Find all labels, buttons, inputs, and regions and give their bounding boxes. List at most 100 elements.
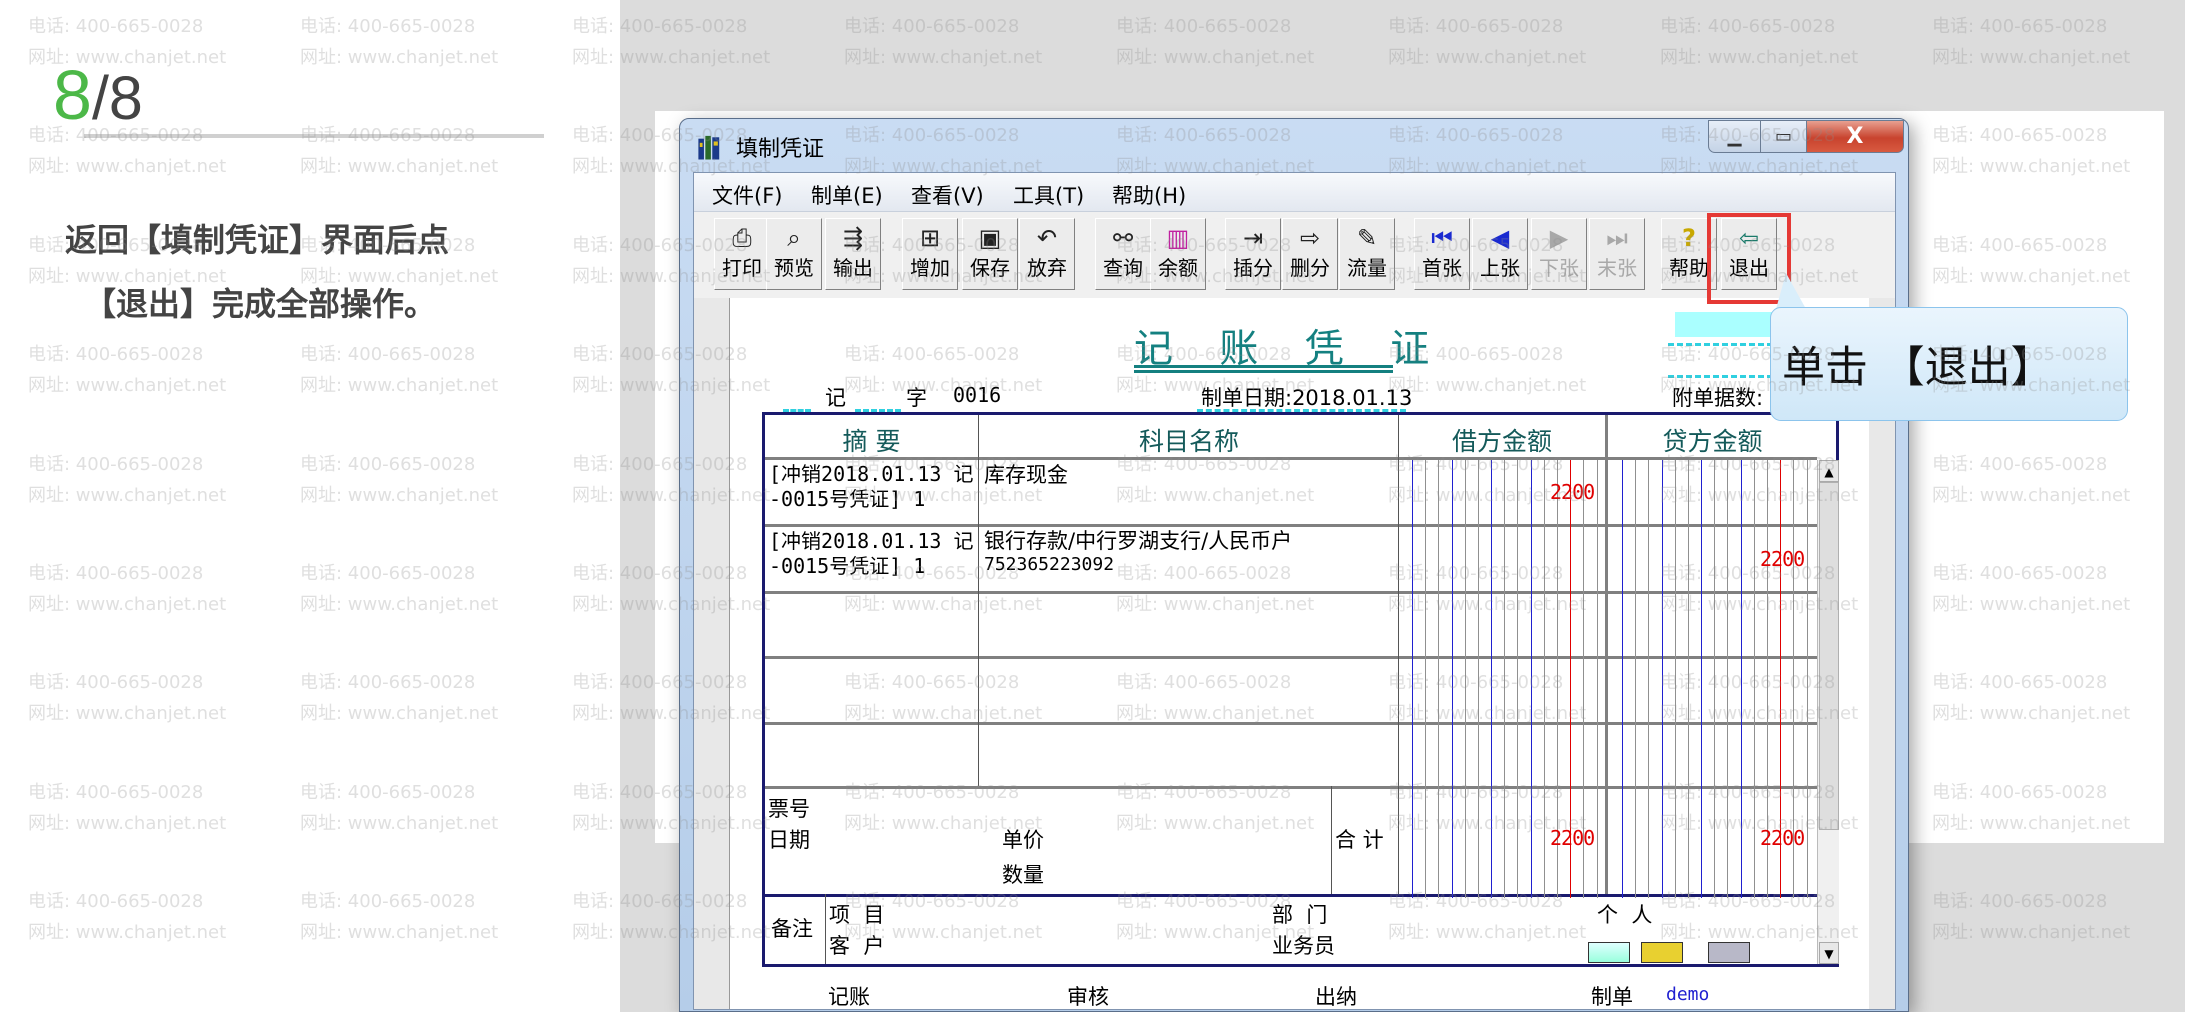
toolbar-bar-chart-button[interactable]: ▥ 余额 <box>1150 218 1206 290</box>
menu-view[interactable]: 查看(V) <box>911 180 984 210</box>
digit-grid-line <box>1517 460 1519 898</box>
document-area: 记 账 凭 证 记 字 0016 制单日期:2018.01.13 附单据数: 摘… <box>694 298 1895 1009</box>
export-icon: ⇶ <box>842 224 864 252</box>
toolbar-printer-button[interactable]: ⎙ 打印 <box>714 218 770 290</box>
header-credit: 贷方金额 <box>1662 427 1763 456</box>
title-underline <box>1134 370 1393 373</box>
list-icon[interactable] <box>1588 942 1630 963</box>
insert-row-icon: ⇥ <box>1242 224 1264 252</box>
binoculars-icon: ⚯ <box>1112 224 1134 252</box>
title-underline <box>1134 365 1393 368</box>
vertical-scrollbar[interactable]: ▲ ▼ <box>1817 460 1839 964</box>
row2-summary-1[interactable]: [冲销2018.01.13 记 <box>769 529 974 554</box>
attachments-label: 附单据数: <box>1672 386 1764 410</box>
tools-icon[interactable] <box>1708 942 1750 963</box>
toolbar-edit-button[interactable]: ✎ 流量 <box>1339 218 1395 290</box>
menu-file[interactable]: 文件(F) <box>712 180 782 210</box>
toolbar-label: 末张 <box>1597 256 1637 280</box>
callout-tooltip: 单击 【退出】 <box>1770 307 2128 421</box>
remark-label: 备注 <box>771 917 813 941</box>
toolbar-previous-button[interactable]: ◀ 上张 <box>1472 218 1528 290</box>
attachment-count-field[interactable] <box>1675 312 1773 337</box>
watermark-text: 电话: 400-665-0028 网址: www.chanjet.net <box>1932 11 2130 73</box>
toolbar-label: 上张 <box>1480 256 1520 280</box>
row1-account[interactable]: 库存现金 <box>984 460 1068 491</box>
row2-credit[interactable]: 2200 <box>1760 547 1805 571</box>
watermark-site: 网址: www.chanjet.net <box>1660 47 1859 68</box>
digit-grid-line <box>1727 460 1729 898</box>
toolbar-preview-button[interactable]: ⌕ 预览 <box>766 218 822 290</box>
toolbar-undo-button[interactable]: ↶ 放弃 <box>1019 218 1075 290</box>
toolbar-label: 首张 <box>1422 256 1462 280</box>
watermark-site: 网址: www.chanjet.net <box>1932 47 2131 68</box>
toolbar-label: 输出 <box>833 256 873 280</box>
voucher-number[interactable]: 0016 <box>953 383 1001 407</box>
row1-debit[interactable]: 2200 <box>1550 480 1595 504</box>
digit-grid-line <box>1674 460 1676 898</box>
printer-icon: ⎙ <box>732 224 752 252</box>
digit-grid-line <box>1543 460 1545 898</box>
digit-grid-line <box>1491 460 1493 898</box>
voucher-type[interactable]: 记 <box>825 382 846 412</box>
bar-chart-icon: ▥ <box>1166 224 1190 252</box>
close-button[interactable]: X <box>1806 120 1904 153</box>
voucher-date[interactable]: 制单日期:2018.01.13 <box>1201 382 1412 412</box>
toolbar-label: 打印 <box>722 256 762 280</box>
row1-summary-1[interactable]: [冲销2018.01.13 记 <box>769 462 974 487</box>
scroll-thumb[interactable] <box>1819 482 1839 830</box>
row1-summary-2[interactable]: -0015号凭证] 1 <box>769 487 925 512</box>
department-label: 部 门 <box>1272 903 1328 927</box>
voucher-zi-label: 字 <box>906 386 927 410</box>
digit-grid-line <box>1451 460 1453 898</box>
digit-grid-line <box>1412 460 1413 898</box>
col-divider <box>978 415 979 786</box>
digit-grid-line <box>1635 460 1637 898</box>
maximize-button[interactable]: ▭ <box>1760 120 1807 153</box>
watermark-site: 网址: www.chanjet.net <box>1932 922 2131 944</box>
digit-grid-line <box>1687 460 1689 898</box>
scroll-down-arrow-icon[interactable]: ▼ <box>1819 942 1839 964</box>
watermark-phone: 电话: 400-665-0028 <box>1660 16 1836 37</box>
menu-help[interactable]: 帮助(H) <box>1112 180 1186 210</box>
quantity-label: 数量 <box>1002 863 1044 887</box>
ticket-no-label: 票号 <box>768 797 810 821</box>
salesman-label: 业务员 <box>1272 934 1335 958</box>
window-title: 填制凭证 <box>736 137 825 162</box>
header-debit: 借方金额 <box>1451 427 1552 456</box>
toolbar-binoculars-button[interactable]: ⚯ 查询 <box>1095 218 1151 290</box>
toolbar-first-button[interactable]: ⏮ 首张 <box>1414 218 1470 290</box>
menu-bar: 文件(F) 制单(E) 查看(V) 工具(T) 帮助(H) <box>694 173 1895 212</box>
instruction-line-1: 返回【填制凭证】界面后点 <box>65 221 450 259</box>
customer-label: 客 户 <box>829 934 885 958</box>
ledger-books-icon <box>698 135 720 160</box>
toolbar-last-button[interactable]: ⏭ 末张 <box>1589 218 1645 290</box>
toolbar-export-button[interactable]: ⇶ 输出 <box>825 218 881 290</box>
total-label: 合 计 <box>1335 828 1384 852</box>
watermark-site: 网址: www.chanjet.net <box>844 47 1043 68</box>
toolbar-insert-row-button[interactable]: ⇥ 插分 <box>1225 218 1281 290</box>
menu-voucher[interactable]: 制单(E) <box>811 180 883 210</box>
watermark-phone: 电话: 400-665-0028 <box>844 16 1020 37</box>
digit-grid-line <box>1438 460 1440 898</box>
sign-bookkeeping: 记账 <box>828 985 870 1009</box>
row2-summary-2[interactable]: -0015号凭证] 1 <box>769 554 925 579</box>
unit-price-label: 单价 <box>1002 828 1044 852</box>
digit-grid-line <box>1464 460 1466 898</box>
toolbar-label: 放弃 <box>1027 256 1067 280</box>
menu-tools[interactable]: 工具(T) <box>1013 180 1084 210</box>
toolbar-delete-row-button[interactable]: ⇨ 删分 <box>1282 218 1338 290</box>
tutorial-panel: 8/8 返回【填制凭证】界面后点 【退出】完成全部操作。 <box>0 0 620 1012</box>
watermark-text: 电话: 400-665-0028 网址: www.chanjet.net <box>1388 11 1586 73</box>
toolbar-save-button[interactable]: ▣ 保存 <box>962 218 1018 290</box>
minimize-button[interactable]: ▁ <box>1708 120 1761 153</box>
toolbar-next-button[interactable]: ▶ 下张 <box>1531 218 1587 290</box>
toolbar-add-button[interactable]: ⊞ 增加 <box>902 218 958 290</box>
digit-grid-line <box>1425 460 1427 898</box>
digit-grid-line <box>1596 460 1598 898</box>
toolbar-label: 增加 <box>910 256 950 280</box>
watermark-phone: 电话: 400-665-0028 <box>1932 891 2108 913</box>
scroll-up-arrow-icon[interactable]: ▲ <box>1819 460 1839 482</box>
toolbar-label: 流量 <box>1347 256 1387 280</box>
digit-grid-line <box>1530 460 1532 898</box>
card-icon[interactable] <box>1641 942 1683 963</box>
